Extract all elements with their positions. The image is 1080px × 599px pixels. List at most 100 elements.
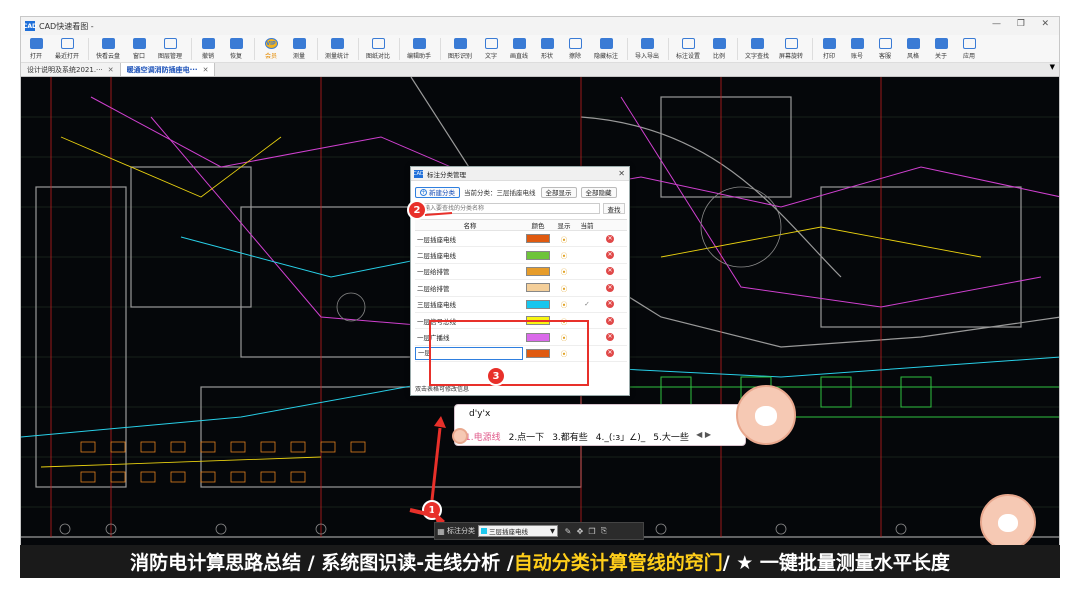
delete-icon[interactable]: ✕ — [606, 316, 614, 325]
dialog-close-button[interactable]: ✕ — [618, 169, 625, 178]
toolbar-line-button[interactable]: 画直线 — [506, 35, 532, 60]
ime-candidate-4[interactable]: 4._(:з」∠)_ — [596, 430, 646, 443]
delete-icon[interactable]: ✕ — [606, 349, 614, 358]
toolbar-edit-helper-button[interactable]: 编辑助手 — [403, 35, 435, 60]
table-header: 名称 颜色 显示 当前 — [415, 220, 627, 231]
toolbar-label: 文字 — [484, 53, 497, 60]
toolbar-compare-button[interactable]: 图纸对比 — [362, 35, 394, 60]
toolbar-print-button[interactable]: 打印 — [816, 35, 842, 60]
move-icon[interactable]: ✥ — [574, 527, 586, 536]
toolbar-hide-annotation-button[interactable]: 隐藏标注 — [590, 35, 622, 60]
color-swatch[interactable] — [526, 234, 550, 244]
search-button[interactable]: 查找 — [603, 203, 625, 214]
toolbar-folder-button[interactable]: 打开 — [23, 35, 49, 60]
toolbar-info-button[interactable]: 关于 — [928, 35, 954, 60]
close-tab-icon[interactable]: ✕ — [203, 66, 209, 74]
toolbar-label: 画直线 — [509, 53, 528, 60]
toolbar-text-button[interactable]: 文字 — [478, 35, 504, 60]
tab-menu-icon[interactable]: ▼ — [1050, 63, 1055, 71]
toolbar-scale-button[interactable]: 比例 — [706, 35, 732, 60]
plus-icon: + — [420, 188, 427, 196]
visibility-icon[interactable]: ⦿ — [553, 250, 575, 260]
rotate-icon — [784, 38, 798, 49]
table-row[interactable]: 一层插座电线 ⦿ ✕ — [415, 231, 627, 248]
chevron-down-icon: ▼ — [550, 527, 555, 535]
paste-icon[interactable]: ⎘ — [598, 526, 610, 536]
toolbar-shape-recognize-button[interactable]: 图形识别 — [444, 35, 476, 60]
delete-icon[interactable]: ✕ — [606, 333, 614, 342]
edit-icon[interactable]: ✎ — [562, 527, 574, 536]
color-swatch[interactable] — [526, 283, 550, 293]
toolbar-window-button[interactable]: 窗口 — [126, 35, 152, 60]
toolbar-vip-button[interactable]: VIP 会员 — [258, 35, 284, 60]
toolbar-undo-button[interactable]: 撤销 — [195, 35, 221, 60]
toolbar-label: 应用 — [962, 53, 975, 60]
toolbar-redo-button[interactable]: 恢复 — [223, 35, 249, 60]
toolbar-headset-button[interactable]: 客服 — [872, 35, 898, 60]
ime-candidate-2[interactable]: 2.点一下 — [509, 430, 545, 443]
delete-icon[interactable]: ✕ — [606, 267, 614, 276]
visibility-icon[interactable]: ⦿ — [553, 283, 575, 293]
caption-part-3: / ★ 一键批量测量水平长度 — [722, 552, 950, 574]
category-color[interactable] — [523, 250, 553, 260]
tab-design-notes[interactable]: 设计说明及系统2021.··· ✕ — [21, 63, 121, 76]
ime-candidate-3[interactable]: 3.都有些 — [552, 430, 588, 443]
toolbar-account-button[interactable]: 账号 — [844, 35, 870, 60]
close-tab-icon[interactable]: ✕ — [108, 66, 114, 74]
toolbar-annotation-settings-button[interactable]: 标注设置 — [672, 35, 704, 60]
color-swatch[interactable] — [526, 250, 550, 260]
category-name[interactable]: 二层插座电线 — [415, 250, 523, 260]
toolbar-shape-button[interactable]: 形状 — [534, 35, 560, 60]
ime-candidate-5[interactable]: 5.大一些 — [653, 430, 689, 443]
delete-icon[interactable]: ✕ — [606, 283, 614, 292]
category-color[interactable] — [523, 234, 553, 244]
new-category-button[interactable]: + 新建分类 — [415, 186, 460, 198]
category-color[interactable] — [523, 266, 553, 276]
visibility-icon[interactable]: ⦿ — [553, 299, 575, 309]
toolbar-layers-button[interactable]: 图层管理 — [154, 35, 186, 60]
minimize-button[interactable]: — — [992, 19, 1001, 29]
tab-hvac-fire[interactable]: 暖通空调消防插座电··· ✕ — [120, 63, 216, 76]
table-row[interactable]: 三层插座电线 ⦿ ✓ ✕ — [415, 297, 627, 313]
category-name[interactable]: 一层给排管 — [415, 266, 523, 276]
visibility-icon[interactable]: ⦿ — [553, 266, 575, 276]
show-all-button[interactable]: 全部显示 — [540, 186, 577, 198]
category-select[interactable]: 三层插座电线 ▼ — [478, 525, 558, 537]
grid-menu-icon[interactable]: ▦ — [435, 527, 447, 536]
toolbar-eraser-button[interactable]: 擦除 — [562, 35, 588, 60]
color-swatch[interactable] — [526, 266, 550, 276]
delete-icon[interactable]: ✕ — [606, 234, 614, 243]
toolbar-style-button[interactable]: 风格 — [900, 35, 926, 60]
table-row[interactable]: 二层插座电线 ⦿ ✕ — [415, 247, 627, 264]
delete-cell: ✕ — [599, 267, 621, 276]
ime-candidate-1[interactable]: 1.电源线 — [465, 430, 501, 443]
category-name[interactable]: 三层插座电线 — [415, 299, 523, 309]
toolbar-rotate-button[interactable]: 屏幕旋转 — [775, 35, 807, 60]
category-name[interactable]: 二层给排管 — [415, 283, 523, 293]
visibility-icon[interactable]: ⦿ — [553, 234, 575, 244]
toolbar-measure-stats-button[interactable]: 测量统计 — [321, 35, 353, 60]
hide-all-button[interactable]: 全部隐藏 — [580, 186, 617, 198]
table-row[interactable]: 一层给排管 ⦿ ✕ — [415, 264, 627, 281]
close-window-button[interactable]: ✕ — [1041, 19, 1049, 29]
category-color[interactable] — [523, 299, 553, 309]
table-row[interactable]: 二层给排管 ⦿ ✕ — [415, 280, 627, 297]
color-swatch[interactable] — [526, 299, 550, 309]
category-name[interactable]: 一层插座电线 — [415, 234, 523, 244]
toolbar-label: 图纸对比 — [365, 53, 390, 60]
toolbar-text-search-button[interactable]: 文字查找 — [741, 35, 773, 60]
toolbar-import-export-button[interactable]: 导入导出 — [631, 35, 663, 60]
copy-icon[interactable]: ❐ — [586, 527, 598, 536]
ime-page-arrows-icon[interactable]: ◀ ▶ — [696, 430, 711, 439]
delete-icon[interactable]: ✕ — [606, 251, 614, 260]
current-check-icon[interactable]: ✓ — [575, 300, 599, 308]
toolbar-apps-button[interactable]: 应用 — [956, 35, 982, 60]
category-color[interactable] — [523, 283, 553, 293]
toolbar-clock-button[interactable]: 最近打开 — [51, 35, 83, 60]
delete-icon[interactable]: ✕ — [606, 300, 614, 309]
category-search-input[interactable] — [415, 203, 600, 214]
maximize-button[interactable]: ❐ — [1017, 19, 1025, 29]
toolbar-cloud-button[interactable]: 快看云盘 — [92, 35, 124, 60]
toolbar-separator — [191, 38, 192, 60]
toolbar-measure-button[interactable]: 测量 — [286, 35, 312, 60]
